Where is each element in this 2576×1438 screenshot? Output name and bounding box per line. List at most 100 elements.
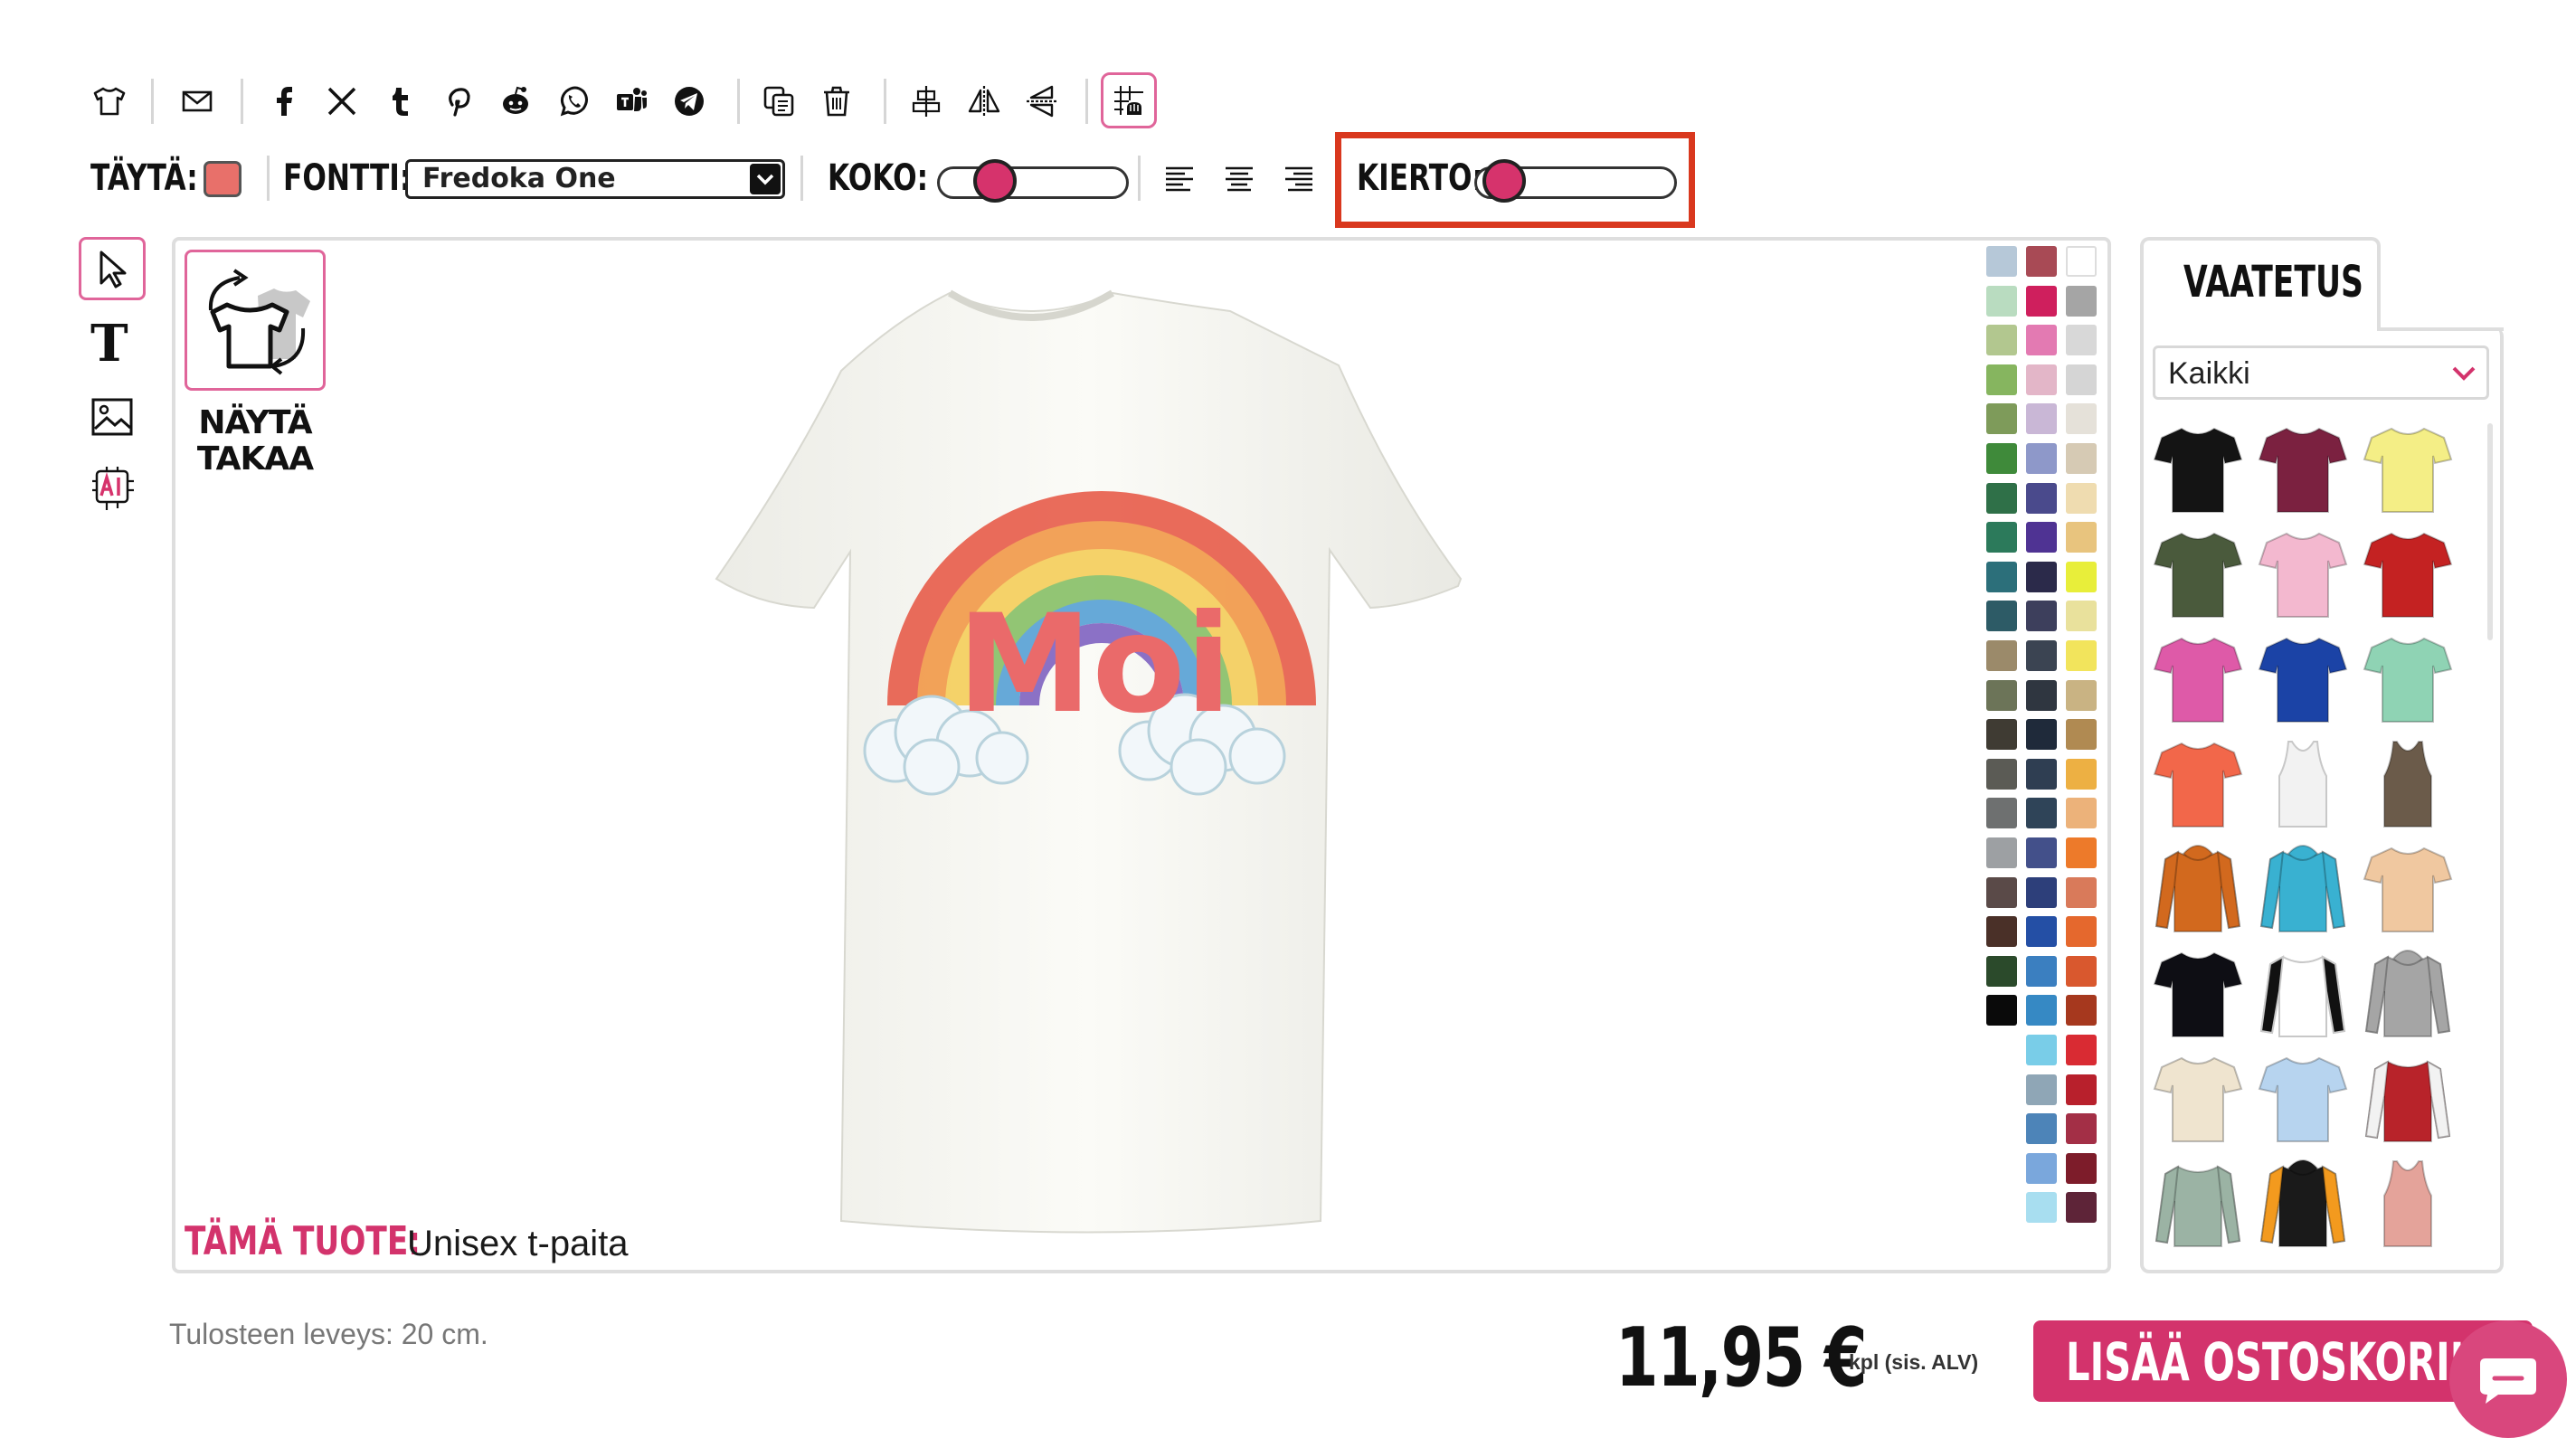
garment-olive-tshirt[interactable]: [2153, 526, 2243, 620]
garment-yellow-tshirt[interactable]: [2363, 421, 2453, 516]
color-swatch[interactable]: [2026, 916, 2057, 948]
clothing-scrollbar[interactable]: [2487, 423, 2493, 640]
garment-raglan-shirt[interactable]: [2258, 946, 2348, 1040]
align-center-icon[interactable]: [903, 78, 950, 125]
garment-black-tshirt[interactable]: [2153, 421, 2243, 516]
color-swatch[interactable]: [2066, 640, 2097, 671]
garment-grey-hoodie[interactable]: [2363, 946, 2453, 1040]
color-swatch[interactable]: [2026, 403, 2057, 435]
color-swatch[interactable]: [1986, 482, 2017, 514]
color-swatch[interactable]: [2026, 325, 2057, 356]
color-swatch[interactable]: [2066, 522, 2097, 553]
copy-icon[interactable]: [755, 78, 802, 125]
color-swatch[interactable]: [1986, 955, 2017, 987]
color-swatch[interactable]: [2026, 1152, 2057, 1184]
reddit-icon[interactable]: [492, 78, 539, 125]
color-swatch[interactable]: [2026, 246, 2057, 277]
color-swatch[interactable]: [2066, 679, 2097, 711]
color-swatch[interactable]: [1986, 758, 2017, 790]
flip-vertical-icon[interactable]: [1018, 78, 1065, 125]
color-swatch[interactable]: [1986, 403, 2017, 435]
color-swatch[interactable]: [1986, 325, 2017, 356]
color-swatch[interactable]: [2066, 364, 2097, 395]
tshirt-icon[interactable]: [86, 78, 133, 125]
color-swatch[interactable]: [1986, 719, 2017, 751]
garment-sage-longsleeve[interactable]: [2153, 1156, 2243, 1250]
color-swatch[interactable]: [2066, 1035, 2097, 1065]
color-swatch[interactable]: [2066, 285, 2097, 317]
garment-cream-tshirt[interactable]: [2153, 1051, 2243, 1145]
color-swatch[interactable]: [2066, 561, 2097, 592]
color-swatch[interactable]: [1986, 995, 2017, 1026]
tumblr-icon[interactable]: [376, 78, 423, 125]
color-swatch[interactable]: [2066, 443, 2097, 474]
rotation-slider-knob[interactable]: [1482, 159, 1526, 203]
garment-burgundy-tshirt[interactable]: [2258, 421, 2348, 516]
mail-icon[interactable]: [174, 78, 221, 125]
color-swatch[interactable]: [2026, 1113, 2057, 1145]
pinterest-icon[interactable]: [434, 78, 481, 125]
color-swatch[interactable]: [1986, 522, 2017, 553]
color-swatch[interactable]: [2066, 325, 2097, 356]
garment-coral-tshirt[interactable]: [2153, 736, 2243, 830]
color-swatch[interactable]: [2066, 876, 2097, 908]
color-swatch[interactable]: [2026, 955, 2057, 987]
color-swatch[interactable]: [2066, 758, 2097, 790]
color-swatch[interactable]: [2066, 601, 2097, 632]
color-swatch[interactable]: [2026, 837, 2057, 868]
color-swatch[interactable]: [2066, 798, 2097, 829]
color-swatch[interactable]: [2066, 246, 2097, 277]
color-swatch[interactable]: [2026, 364, 2057, 395]
color-swatch[interactable]: [2026, 798, 2057, 829]
text-tool-icon[interactable]: T: [90, 317, 128, 371]
garment-royal-blue-tshirt[interactable]: [2258, 631, 2348, 725]
color-swatch[interactable]: [2066, 837, 2097, 868]
color-swatch[interactable]: [2066, 1074, 2097, 1105]
fill-color-swatch[interactable]: [204, 161, 242, 197]
color-swatch[interactable]: [2026, 601, 2057, 632]
garment-mint-tshirt[interactable]: [2363, 631, 2453, 725]
image-tool-icon[interactable]: [90, 396, 134, 438]
teams-icon[interactable]: [608, 78, 655, 125]
color-swatch[interactable]: [2026, 561, 2057, 592]
color-swatch[interactable]: [2066, 403, 2097, 435]
color-swatch[interactable]: [1986, 601, 2017, 632]
color-swatch[interactable]: [2026, 758, 2057, 790]
garment-black-orange-hoodie[interactable]: [2258, 1156, 2348, 1250]
x-icon[interactable]: [318, 78, 365, 125]
color-swatch[interactable]: [1986, 246, 2017, 277]
align-left-icon[interactable]: [1163, 163, 1196, 195]
color-swatch[interactable]: [2026, 1192, 2057, 1224]
font-select[interactable]: Fredoka One: [405, 159, 785, 199]
color-swatch[interactable]: [1986, 916, 2017, 948]
color-swatch[interactable]: [1986, 837, 2017, 868]
garment-varsity-jacket[interactable]: [2363, 1051, 2453, 1145]
color-swatch[interactable]: [2066, 955, 2097, 987]
color-swatch[interactable]: [1986, 679, 2017, 711]
color-swatch[interactable]: [2026, 876, 2057, 908]
flip-horizontal-icon[interactable]: [961, 78, 1008, 125]
color-swatch[interactable]: [1986, 364, 2017, 395]
color-swatch[interactable]: [2066, 1152, 2097, 1184]
color-swatch[interactable]: [2066, 719, 2097, 751]
color-swatch[interactable]: [1986, 798, 2017, 829]
color-swatch[interactable]: [2026, 1074, 2057, 1105]
ai-tool-icon[interactable]: [89, 463, 137, 514]
pointer-tool[interactable]: [79, 237, 146, 300]
color-swatch[interactable]: [2026, 1035, 2057, 1065]
color-swatch[interactable]: [2066, 1192, 2097, 1224]
garment-tiedye-tshirt[interactable]: [2363, 841, 2453, 935]
color-swatch[interactable]: [1986, 876, 2017, 908]
garment-turquoise-hoodie[interactable]: [2258, 841, 2348, 935]
garment-brown-tank[interactable]: [2363, 736, 2453, 830]
align-center-text-icon[interactable]: [1223, 163, 1255, 195]
facebook-icon[interactable]: [260, 78, 308, 125]
category-select[interactable]: Kaikki: [2153, 345, 2489, 400]
color-swatch[interactable]: [2026, 679, 2057, 711]
garment-rose-tank[interactable]: [2363, 1156, 2453, 1250]
align-right-icon[interactable]: [1283, 163, 1315, 195]
garment-orange-hoodie[interactable]: [2153, 841, 2243, 935]
chat-button[interactable]: [2449, 1320, 2567, 1438]
color-swatch[interactable]: [2066, 1113, 2097, 1145]
garment-red-tshirt[interactable]: [2363, 526, 2453, 620]
